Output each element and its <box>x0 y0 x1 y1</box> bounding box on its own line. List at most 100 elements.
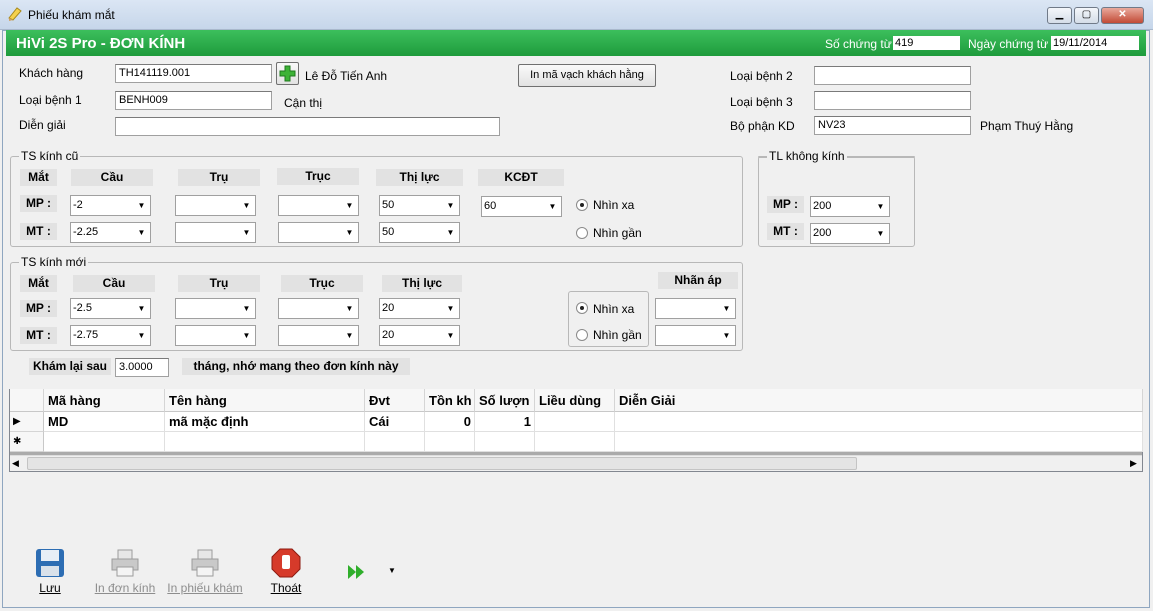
old-mt-thiluc-select[interactable]: 50 ▼ <box>379 222 460 243</box>
recheck-field[interactable]: 3.0000 <box>115 358 169 377</box>
new-mp-cau-select[interactable]: -2.5 ▼ <box>70 298 151 319</box>
chevron-down-icon[interactable]: ▼ <box>443 197 458 214</box>
table-cell-ton[interactable]: 0 <box>425 412 475 432</box>
chevron-down-icon[interactable]: ▼ <box>239 300 254 317</box>
col-ten-hang[interactable]: Tên hàng <box>165 389 365 412</box>
maximize-button[interactable]: ▢ <box>1074 7 1099 24</box>
old-mp-cau-select[interactable]: -2 ▼ <box>70 195 151 216</box>
table-cell-sl[interactable]: 1 <box>475 412 535 432</box>
old-mp-truc-select[interactable]: ▼ <box>278 195 359 216</box>
current-row-marker[interactable]: ▶ <box>10 412 44 432</box>
no-lens-mp-select[interactable]: 200 ▼ <box>810 196 890 217</box>
so-chung-tu-field[interactable]: 419 <box>893 36 960 50</box>
new-row-marker[interactable]: ✱ <box>10 432 44 452</box>
col-lieu-dung[interactable]: Liều dùng <box>535 389 615 412</box>
chevron-down-icon[interactable]: ▼ <box>719 300 734 317</box>
chevron-down-icon[interactable]: ▼ <box>239 197 254 214</box>
new-mt-nhanap-select[interactable]: ▼ <box>655 325 736 346</box>
new-mt-thiluc-select[interactable]: 20 ▼ <box>379 325 460 346</box>
chevron-down-icon[interactable]: ▼ <box>443 224 458 241</box>
khach-hang-field[interactable]: TH141119.001 <box>115 64 272 83</box>
grid-scrollbar[interactable]: ◀ ▶ <box>10 455 1142 471</box>
new-mt-tru-select[interactable]: ▼ <box>175 325 256 346</box>
no-lens-mt-select[interactable]: 200 ▼ <box>810 223 890 244</box>
new-nhin-gan-radio[interactable] <box>576 329 588 341</box>
chevron-down-icon[interactable]: ▼ <box>239 224 254 241</box>
old-nhin-gan-radio[interactable] <box>576 227 588 239</box>
loai-benh3-field[interactable] <box>814 91 971 110</box>
chevron-down-icon[interactable]: ▼ <box>134 224 149 241</box>
add-customer-button[interactable] <box>276 62 299 85</box>
close-button[interactable]: ✕ <box>1101 7 1144 24</box>
chevron-down-icon[interactable]: ▼ <box>239 327 254 344</box>
exit-button[interactable]: Thoát <box>264 548 308 595</box>
scroll-thumb[interactable] <box>27 457 857 470</box>
old-mt-tru-select[interactable]: ▼ <box>175 222 256 243</box>
loai-benh1-field[interactable]: BENH009 <box>115 91 272 110</box>
loai-benh1-label: Loại bệnh 1 <box>19 93 82 107</box>
new-mp-label: MP : <box>20 300 57 317</box>
scroll-right-icon[interactable]: ▶ <box>1130 458 1137 469</box>
table-cell-ten[interactable]: mã mặc định <box>165 412 365 432</box>
table-cell-ma[interactable]: MD <box>44 412 165 432</box>
col-dvt[interactable]: Đvt <box>365 389 425 412</box>
dien-giai-field[interactable] <box>115 117 500 136</box>
col-ton-kho[interactable]: Tồn kh <box>425 389 475 412</box>
col-ma-hang[interactable]: Mã hàng <box>44 389 165 412</box>
chevron-down-icon[interactable]: ▼ <box>342 327 357 344</box>
print-lens-button[interactable]: In đơn kính <box>90 548 160 595</box>
chevron-down-icon[interactable]: ▼ <box>342 224 357 241</box>
new-row-cell[interactable] <box>165 432 365 452</box>
old-mp-kcdt-select[interactable]: 60 ▼ <box>481 196 562 217</box>
chevron-down-icon[interactable]: ▼ <box>342 300 357 317</box>
chevron-down-icon[interactable]: ▼ <box>719 327 734 344</box>
next-button[interactable] <box>346 563 368 581</box>
chevron-down-icon[interactable]: ▼ <box>134 300 149 317</box>
chevron-down-icon[interactable]: ▼ <box>443 327 458 344</box>
table-cell-lieu[interactable] <box>535 412 615 432</box>
print-exam-button[interactable]: In phiếu khám <box>163 548 247 595</box>
new-mp-nhanap-select[interactable]: ▼ <box>655 298 736 319</box>
old-mp-thiluc-select[interactable]: 50 ▼ <box>379 195 460 216</box>
new-mp-tru-select[interactable]: ▼ <box>175 298 256 319</box>
table-cell-dvt[interactable]: Cái <box>365 412 425 432</box>
old-nhin-xa-radio[interactable] <box>576 199 588 211</box>
loai-benh2-field[interactable] <box>814 66 971 85</box>
col-so-luong[interactable]: Số lượn <box>475 389 535 412</box>
new-mt-cau-select[interactable]: -2.75 ▼ <box>70 325 151 346</box>
chevron-down-icon[interactable]: ▼ <box>873 198 888 215</box>
chevron-down-icon[interactable]: ▼ <box>545 198 560 215</box>
new-row-cell[interactable] <box>44 432 165 452</box>
old-mt-truc-select[interactable]: ▼ <box>278 222 359 243</box>
chevron-down-icon[interactable]: ▼ <box>342 197 357 214</box>
new-mp-thiluc-select[interactable]: 20 ▼ <box>379 298 460 319</box>
dropdown-caret-icon[interactable]: ▼ <box>388 566 396 575</box>
new-row-cell[interactable] <box>615 432 1143 452</box>
new-mt-truc-select[interactable]: ▼ <box>278 325 359 346</box>
recheck-note: tháng, nhớ mang theo đơn kính này <box>182 358 410 375</box>
no-lens-mp-value: 200 <box>813 200 832 212</box>
new-nhin-xa-radio[interactable] <box>576 302 588 314</box>
save-button[interactable]: Lưu <box>28 548 72 595</box>
print-barcode-button[interactable]: In mã vạch khách hằng <box>518 64 656 87</box>
old-mp-tru-select[interactable]: ▼ <box>175 195 256 216</box>
chevron-down-icon[interactable]: ▼ <box>873 225 888 242</box>
grid-corner <box>10 389 44 412</box>
new-row-cell[interactable] <box>475 432 535 452</box>
chevron-down-icon[interactable]: ▼ <box>134 327 149 344</box>
new-mp-truc-select[interactable]: ▼ <box>278 298 359 319</box>
old-mt-cau-select[interactable]: -2.25 ▼ <box>70 222 151 243</box>
chevron-down-icon[interactable]: ▼ <box>443 300 458 317</box>
old-nhin-xa-label: Nhìn xa <box>593 198 635 212</box>
minimize-button[interactable]: ▁ <box>1047 7 1072 24</box>
new-row-cell[interactable] <box>365 432 425 452</box>
ngay-chung-tu-field[interactable]: 19/11/2014 <box>1051 36 1139 50</box>
bo-phan-field[interactable]: NV23 <box>814 116 971 135</box>
chevron-down-icon[interactable]: ▼ <box>134 197 149 214</box>
bo-phan-name: Phạm Thuý Hằng <box>980 119 1074 133</box>
new-row-cell[interactable] <box>535 432 615 452</box>
table-cell-dg[interactable] <box>615 412 1143 432</box>
col-dien-giai[interactable]: Diễn Giải <box>615 389 1143 412</box>
scroll-left-icon[interactable]: ◀ <box>12 458 19 469</box>
new-row-cell[interactable] <box>425 432 475 452</box>
